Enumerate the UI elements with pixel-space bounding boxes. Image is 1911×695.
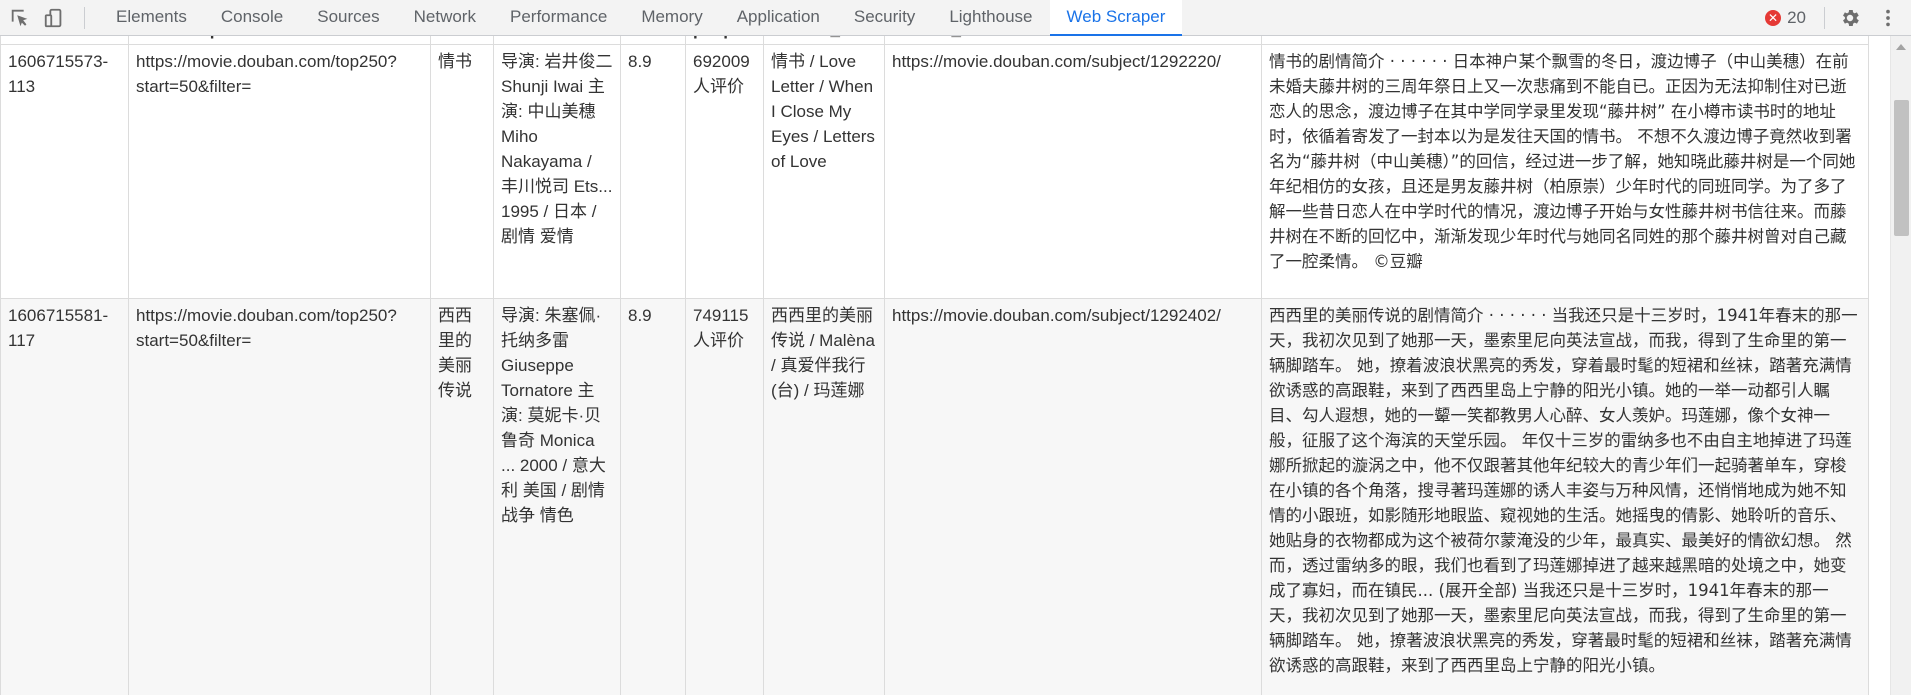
- cell-name-text: 西西里的美丽传说: [438, 306, 472, 400]
- cell-order: 1606715573-113: [0, 44, 129, 299]
- column-header-order[interactable]: order: [0, 36, 129, 45]
- cell-second-link-href-text: https://movie.douban.com/subject/1292220…: [892, 52, 1221, 71]
- cell-name: 情书: [430, 44, 494, 299]
- tab-elements[interactable]: Elements: [99, 0, 204, 36]
- tab-performance[interactable]: Performance: [493, 0, 624, 36]
- more-vertical-icon[interactable]: [1873, 3, 1903, 33]
- cell-second-link-href-text: https://movie.douban.com/subject/1292402…: [892, 306, 1221, 325]
- cell-score: 8.9: [620, 298, 686, 695]
- cell-score-text: 8.9: [628, 52, 652, 71]
- table-row: 1606715573-113 https://movie.douban.com/…: [0, 44, 1869, 299]
- cell-abstract-text: 情书的剧情简介 · · · · · · 日本神户某个飘雪的冬日，渡边博子（中山美…: [1269, 52, 1856, 271]
- cell-order-text: 1606715573-113: [8, 52, 109, 96]
- cell-actor: 导演: 岩井俊二 Shunji Iwai 主演: 中山美穗 Miho Nakay…: [493, 44, 621, 299]
- cell-start-url: https://movie.douban.com/top250?start=50…: [128, 298, 431, 695]
- cell-second-link-href: https://movie.douban.com/subject/1292402…: [884, 298, 1262, 695]
- cell-score-text: 8.9: [628, 306, 652, 325]
- cell-score: 8.9: [620, 44, 686, 299]
- column-header-abstract[interactable]: abstract: [1261, 36, 1869, 45]
- cell-name: 西西里的美丽传说: [430, 298, 494, 695]
- table-row: 1606715581-117 https://movie.douban.com/…: [0, 298, 1869, 695]
- tab-network[interactable]: Network: [397, 0, 493, 36]
- cell-abstract: 情书的剧情简介 · · · · · · 日本神户某个飘雪的冬日，渡边博子（中山美…: [1261, 44, 1869, 299]
- cell-second-link: 情书 / Love Letter / When I Close My Eyes …: [763, 44, 885, 299]
- cell-start-url: https://movie.douban.com/top250?start=50…: [128, 44, 431, 299]
- error-count: 20: [1787, 8, 1806, 27]
- tab-lighthouse[interactable]: Lighthouse: [932, 0, 1049, 36]
- column-header-start-url[interactable]: web-scraper-start-url: [128, 36, 431, 45]
- cell-actor-text: 导演: 朱塞佩·托纳多雷 Giuseppe Tornatore 主演: 莫妮卡·…: [501, 306, 606, 525]
- error-counter[interactable]: ✕ 20: [1765, 8, 1806, 28]
- tab-web-scraper[interactable]: Web Scraper: [1049, 0, 1183, 36]
- cell-start-url-text: https://movie.douban.com/top250?start=50…: [136, 306, 397, 350]
- column-header-people[interactable]: people: [685, 36, 764, 45]
- cell-actor-text: 导演: 岩井俊二 Shunji Iwai 主演: 中山美穗 Miho Nakay…: [501, 52, 613, 246]
- cell-abstract-text: 西西里的美丽传说的剧情简介 · · · · · · 当我还只是十三岁时，1941…: [1269, 306, 1858, 675]
- table-header-row: order web-scraper-start-url name actor s…: [0, 36, 1869, 45]
- toolbar-right: ✕ 20: [1765, 0, 1911, 36]
- cell-second-link-text: 情书 / Love Letter / When I Close My Eyes …: [771, 52, 875, 171]
- scrollbar-thumb[interactable]: [1894, 100, 1909, 236]
- cell-order-text: 1606715581-117: [8, 306, 109, 350]
- cell-start-url-text: https://movie.douban.com/top250?start=50…: [136, 52, 397, 96]
- cell-second-link: 西西里的美丽传说 / Malèna / 真爱伴我行(台) / 玛莲娜: [763, 298, 885, 695]
- toolbar-divider: [84, 6, 85, 29]
- cell-actor: 导演: 朱塞佩·托纳多雷 Giuseppe Tornatore 主演: 莫妮卡·…: [493, 298, 621, 695]
- cell-order: 1606715581-117: [0, 298, 129, 695]
- scraped-data-table: order web-scraper-start-url name actor s…: [0, 36, 1869, 695]
- tab-application[interactable]: Application: [720, 0, 837, 36]
- column-header-second-link-href[interactable]: second_link-href: [884, 36, 1262, 45]
- devtools-toolbar: Elements Console Sources Network Perform…: [0, 0, 1911, 36]
- cell-second-link-href: https://movie.douban.com/subject/1292220…: [884, 44, 1262, 299]
- tab-sources[interactable]: Sources: [300, 0, 396, 36]
- inspect-element-icon[interactable]: [6, 4, 34, 32]
- tab-security[interactable]: Security: [837, 0, 932, 36]
- cell-second-link-text: 西西里的美丽传说 / Malèna / 真爱伴我行(台) / 玛莲娜: [771, 306, 875, 400]
- cell-abstract: 西西里的美丽传说的剧情简介 · · · · · · 当我还只是十三岁时，1941…: [1261, 298, 1869, 695]
- device-toolbar-icon[interactable]: [40, 4, 68, 32]
- settings-gear-icon[interactable]: [1835, 3, 1865, 33]
- toolbar-divider-right: [1824, 7, 1825, 29]
- cell-name-text: 情书: [438, 52, 472, 71]
- column-header-second-link[interactable]: second_link: [763, 36, 885, 45]
- cell-people: 749115人评价: [685, 298, 764, 695]
- vertical-scrollbar[interactable]: [1890, 36, 1911, 695]
- panel-tabs: Elements Console Sources Network Perform…: [99, 0, 1183, 36]
- column-header-name[interactable]: name: [430, 36, 494, 45]
- scraped-data-table-viewport: order web-scraper-start-url name actor s…: [0, 36, 1890, 695]
- cell-people-text: 692009人评价: [693, 52, 750, 96]
- column-header-score[interactable]: score: [620, 36, 686, 45]
- tab-console[interactable]: Console: [204, 0, 300, 36]
- tab-memory[interactable]: Memory: [624, 0, 719, 36]
- error-icon: ✕: [1765, 10, 1782, 26]
- cell-people-text: 749115人评价: [693, 306, 749, 350]
- scroll-up-arrow-icon[interactable]: [1896, 44, 1906, 50]
- column-header-actor[interactable]: actor: [493, 36, 621, 45]
- cell-people: 692009人评价: [685, 44, 764, 299]
